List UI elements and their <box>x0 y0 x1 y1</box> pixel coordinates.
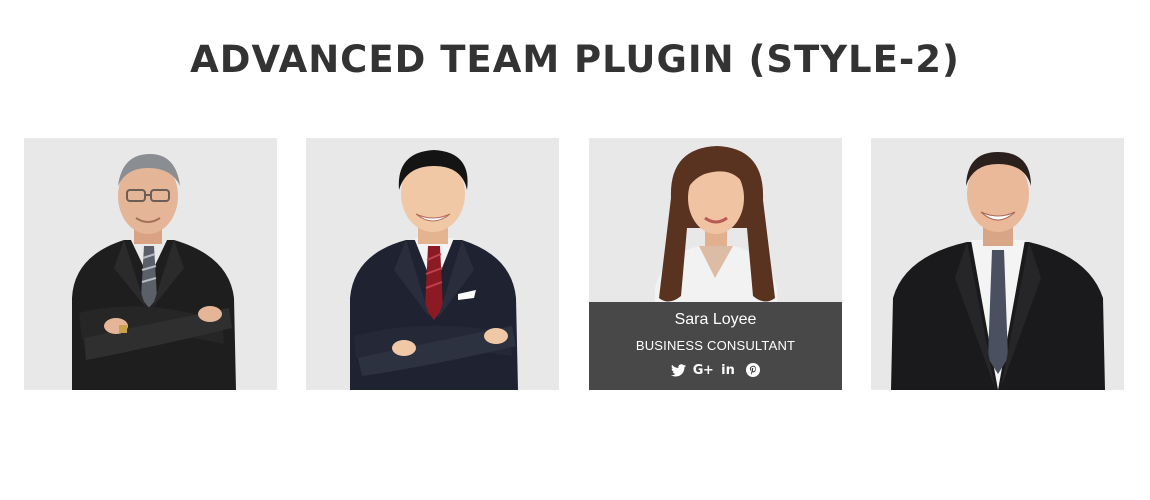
google-plus-label: G+ <box>692 362 714 378</box>
linkedin-icon[interactable]: in <box>720 362 736 378</box>
member-name: Sara Loyee <box>674 311 757 328</box>
member-photo-4 <box>891 152 1105 390</box>
twitter-icon[interactable] <box>670 362 686 378</box>
page-title: ADVANCED TEAM PLUGIN (STYLE-2) <box>190 38 960 81</box>
team-member-card-1[interactable] <box>24 138 277 390</box>
member-photo-1 <box>72 154 236 390</box>
team-member-card-3[interactable]: Sara Loyee BUSINESS CONSULTANT G+ in <box>589 138 842 390</box>
pinterest-icon[interactable] <box>745 362 761 378</box>
member-overlay: Sara Loyee BUSINESS CONSULTANT G+ in <box>589 302 842 390</box>
member-photo-2 <box>350 150 518 390</box>
team-member-card-2[interactable] <box>306 138 559 390</box>
google-plus-icon[interactable]: G+ <box>692 362 714 378</box>
linkedin-label: in <box>721 362 735 378</box>
member-role: BUSINESS CONSULTANT <box>635 338 796 353</box>
team-grid: Sara Loyee BUSINESS CONSULTANT G+ in <box>24 138 1126 390</box>
social-links: G+ in <box>589 362 842 378</box>
team-member-card-4[interactable] <box>871 138 1124 390</box>
